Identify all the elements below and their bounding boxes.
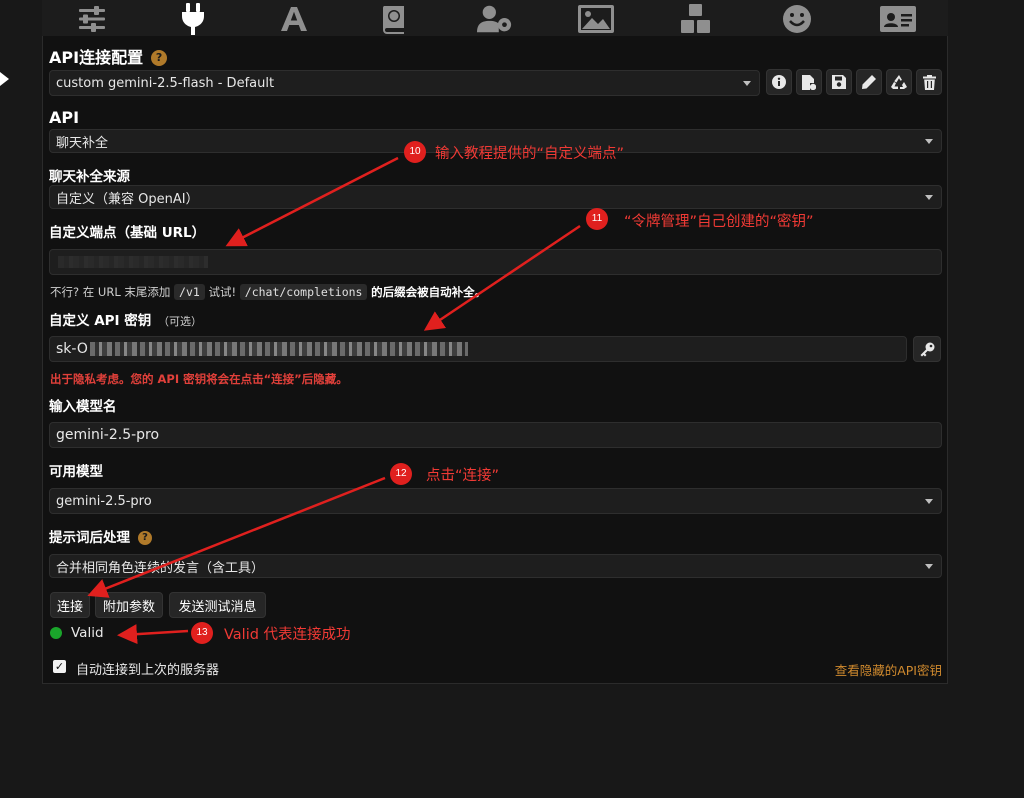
connection-preset-value: custom gemini-2.5-flash - Default	[56, 75, 275, 91]
model-name-value: gemini-2.5-pro	[56, 427, 160, 443]
post-processing-label: 提示词后处理?	[49, 526, 152, 546]
annotation-valid: Valid 代表连接成功	[224, 627, 351, 643]
help-icon[interactable]: ?	[151, 50, 168, 66]
privacy-warning: 出于隐私考虑。您的 API 密钥将会在点击“连接”后隐藏。	[50, 372, 348, 386]
api-key-label: 自定义 API 密钥 （可选）	[49, 313, 202, 329]
cubes-icon[interactable]	[678, 3, 714, 35]
smile-icon[interactable]	[779, 3, 815, 35]
help-icon[interactable]: ?	[138, 531, 152, 545]
annotation-endpoint: 输入教程提供的“自定义端点”	[435, 146, 625, 162]
available-models-value: gemini-2.5-pro	[56, 493, 152, 509]
api-key-prefix: sk-O	[56, 341, 88, 357]
source-label: 聊天补全来源	[49, 169, 130, 185]
chevron-down-icon	[925, 564, 933, 569]
plug-icon[interactable]	[175, 3, 211, 35]
view-hidden-keys-link[interactable]: 查看隐藏的API密钥	[835, 660, 942, 679]
api-config-title: API连接配置?	[49, 44, 168, 68]
available-models-label: 可用模型	[49, 464, 103, 480]
recycle-button[interactable]	[886, 69, 912, 95]
redacted-endpoint-value	[58, 256, 208, 268]
step-badge-12: 12	[390, 463, 412, 485]
available-models-select[interactable]: gemini-2.5-pro	[49, 488, 942, 514]
annotation-api-key: “令牌管理”自己创建的“密钥”	[624, 214, 814, 230]
extra-params-button[interactable]: 附加参数	[95, 592, 163, 618]
send-test-message-button[interactable]: 发送测试消息	[169, 592, 266, 618]
id-card-icon[interactable]	[879, 3, 916, 35]
panel-toggle-arrow[interactable]	[0, 72, 9, 86]
api-key-input[interactable]: sk-O	[49, 336, 907, 362]
chevron-down-icon	[925, 139, 933, 144]
image-icon[interactable]	[577, 3, 614, 35]
optional-tag: （可选）	[157, 315, 202, 328]
rename-button[interactable]	[856, 69, 882, 95]
chevron-down-icon	[925, 195, 933, 200]
api-label: API	[49, 108, 80, 127]
connection-preset-select[interactable]: custom gemini-2.5-flash - Default	[49, 70, 760, 96]
code-chat-completions: /chat/completions	[239, 284, 368, 300]
import-file-button[interactable]	[796, 69, 822, 95]
annotation-connect: 点击“连接”	[426, 468, 500, 484]
sliders-icon[interactable]	[74, 3, 110, 35]
code-v1: /v1	[174, 284, 205, 300]
key-icon[interactable]	[913, 336, 941, 362]
chevron-down-icon	[743, 81, 751, 86]
book-icon[interactable]	[376, 3, 412, 35]
user-gear-icon[interactable]	[476, 3, 513, 35]
delete-button[interactable]	[916, 69, 942, 95]
chevron-down-icon	[925, 499, 933, 504]
endpoint-label: 自定义端点（基础 URL）	[49, 225, 206, 241]
redacted-key-value	[89, 342, 468, 356]
status-indicator	[50, 627, 62, 639]
model-name-input[interactable]: gemini-2.5-pro	[49, 422, 942, 448]
model-name-label: 输入模型名	[49, 399, 117, 415]
step-badge-11: 11	[586, 208, 608, 230]
connect-button[interactable]: 连接	[50, 592, 90, 618]
completion-source-select[interactable]: 自定义（兼容 OpenAI）	[49, 185, 942, 209]
auto-connect-checkbox[interactable]: ✓	[53, 660, 66, 673]
endpoint-hint: 不行? 在 URL 末尾添加 /v1 试试! /chat/completions…	[50, 284, 487, 300]
custom-endpoint-input[interactable]	[49, 249, 942, 275]
save-button[interactable]	[826, 69, 852, 95]
api-config-title-text: API连接配置	[49, 48, 144, 67]
completion-source-value: 自定义（兼容 OpenAI）	[56, 191, 199, 207]
post-processing-select[interactable]: 合并相同角色连续的发言（含工具）	[49, 554, 942, 578]
step-badge-10: 10	[404, 141, 426, 163]
auto-connect-label: 自动连接到上次的服务器	[76, 663, 220, 678]
post-processing-value: 合并相同角色连续的发言（含工具）	[56, 560, 265, 576]
font-icon[interactable]	[276, 3, 312, 35]
api-type-value: 聊天补全	[56, 135, 109, 151]
connection-status: Valid	[71, 625, 104, 641]
step-badge-13: 13	[191, 622, 213, 644]
top-navigation-bar	[42, 0, 948, 38]
info-button[interactable]	[766, 69, 792, 95]
